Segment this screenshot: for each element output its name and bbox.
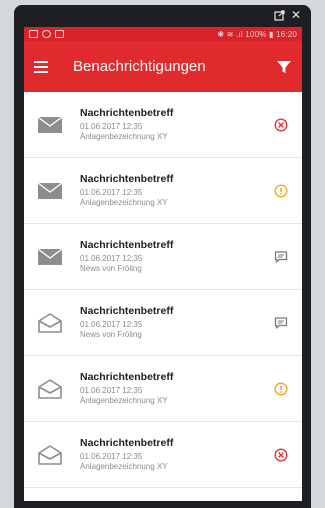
- info-message-icon: [274, 316, 288, 329]
- message-source: Anlagenbezeichnung XY: [80, 132, 168, 141]
- mail-closed-icon: [37, 247, 63, 265]
- message-source: Anlagenbezeichnung XY: [80, 396, 168, 405]
- message-text: Nachrichtenbetreff 01.06.2017 12:35 Anlage…: [80, 173, 274, 208]
- page-title: Benachrichtigungen: [73, 58, 206, 75]
- message-text: Nachrichtenbetreff 01.06.2017 12:35 Anlage…: [80, 371, 274, 406]
- list-item[interactable]: Nachrichtenbetreff 01.06.2017 12:35 News v…: [24, 290, 302, 356]
- message-source: Anlagenbezeichnung XY: [80, 462, 168, 471]
- message-subject: Nachrichtenbetreff: [80, 437, 174, 449]
- notification-list: Nachrichtenbetreff 01.06.2017 12:35 Anlage…: [24, 92, 302, 488]
- window-icon[interactable]: [274, 9, 285, 21]
- message-date: 01.06.2017 12:35: [80, 188, 143, 197]
- message-source: News von Fröling: [80, 330, 142, 339]
- window-controls: ✕: [274, 8, 301, 22]
- list-item[interactable]: Nachrichtenbetreff 01.06.2017 12:35 Anlage…: [24, 158, 302, 224]
- mail-open-icon: [38, 444, 62, 465]
- warning-icon: [274, 381, 288, 396]
- status-left-icons: [29, 30, 64, 38]
- message-date: 01.06.2017 12:35: [80, 254, 143, 263]
- message-date: 01.06.2017 12:35: [80, 122, 143, 131]
- message-subject: Nachrichtenbetreff: [80, 371, 174, 383]
- message-date: 01.06.2017 12:35: [80, 320, 143, 329]
- message-date: 01.06.2017 12:35: [80, 386, 143, 395]
- close-icon[interactable]: ✕: [291, 8, 301, 22]
- list-item[interactable]: Nachrichtenbetreff 01.06.2017 12:35 News v…: [24, 224, 302, 290]
- message-subject: Nachrichtenbetreff: [80, 173, 174, 185]
- mail-status-icon: [29, 30, 38, 38]
- message-text: Nachrichtenbetreff 01.06.2017 12:35 Anlage…: [80, 437, 274, 472]
- menu-icon[interactable]: [34, 60, 48, 73]
- mail-open-icon: [38, 378, 62, 399]
- phone-frame: ✕ ✱ ≋ .ıl 100% ▮ 16:20 Benachrichtigunge…: [14, 5, 311, 508]
- message-source: Anlagenbezeichnung XY: [80, 198, 168, 207]
- message-date: 01.06.2017 12:35: [80, 452, 143, 461]
- list-item[interactable]: Nachrichtenbetreff 01.06.2017 12:35 Anlage…: [24, 422, 302, 488]
- warning-icon: [274, 183, 288, 198]
- list-item[interactable]: Nachrichtenbetreff 01.06.2017 12:35 Anlage…: [24, 356, 302, 422]
- app-bar: Benachrichtigungen: [24, 41, 302, 92]
- message-subject: Nachrichtenbetreff: [80, 305, 174, 317]
- list-item[interactable]: Nachrichtenbetreff 01.06.2017 12:35 Anlage…: [24, 92, 302, 158]
- mail-closed-icon: [37, 181, 63, 199]
- filter-icon[interactable]: [276, 59, 292, 75]
- status-right-text: ✱ ≋ .ıl 100% ▮ 16:20: [217, 29, 297, 39]
- info-message-icon: [274, 250, 288, 263]
- error-icon: [274, 117, 288, 132]
- message-text: Nachrichtenbetreff 01.06.2017 12:35 News v…: [80, 305, 274, 340]
- app-screen: ✱ ≋ .ıl 100% ▮ 16:20 Benachrichtigungen …: [24, 27, 302, 501]
- error-icon: [274, 447, 288, 462]
- message-subject: Nachrichtenbetreff: [80, 107, 174, 119]
- mail-open-icon: [38, 312, 62, 333]
- status-bar: ✱ ≋ .ıl 100% ▮ 16:20: [24, 27, 302, 41]
- sync-status-icon: [42, 30, 51, 38]
- mail-closed-icon: [37, 115, 63, 133]
- message-text: Nachrichtenbetreff 01.06.2017 12:35 News v…: [80, 239, 274, 274]
- message-text: Nachrichtenbetreff 01.06.2017 12:35 Anlage…: [80, 107, 274, 142]
- message-source: News von Fröling: [80, 264, 142, 273]
- image-status-icon: [55, 30, 64, 38]
- message-subject: Nachrichtenbetreff: [80, 239, 174, 251]
